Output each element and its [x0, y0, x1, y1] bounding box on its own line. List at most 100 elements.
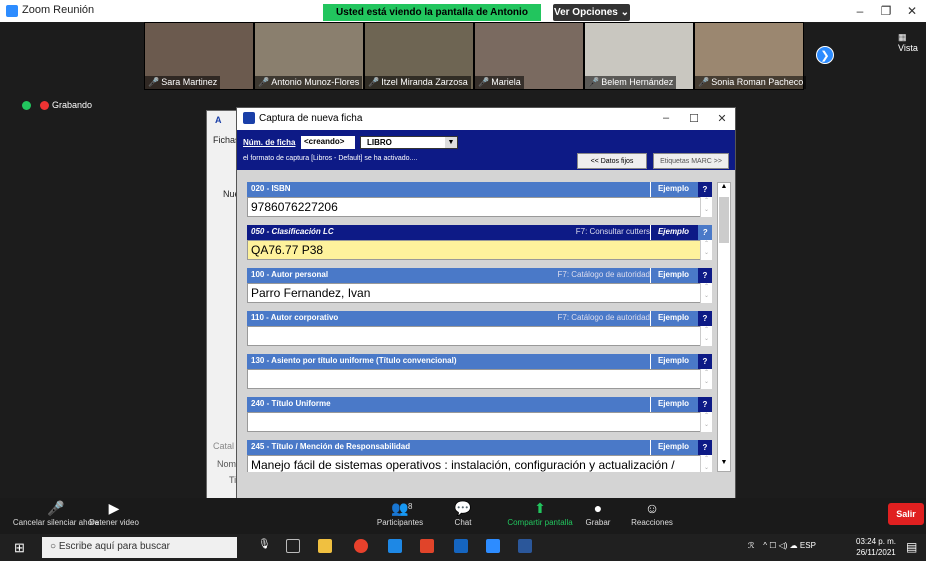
dialog-minimize-icon[interactable]: –: [657, 112, 675, 126]
field-scroll-icon[interactable]: ⌃ ⌄: [700, 412, 712, 432]
muted-mic-icon: 🎤: [698, 77, 710, 87]
field-label: 130 - Asiento por título uniforme (Títul…: [251, 356, 457, 365]
participant-tile[interactable]: 🎤 Sara Martinez: [144, 22, 254, 90]
field-input[interactable]: QA76.77 P38: [247, 240, 712, 260]
app-red-icon[interactable]: [420, 539, 434, 553]
task-view-icon[interactable]: [286, 539, 300, 553]
field-label: 100 - Autor personal: [251, 270, 329, 279]
example-button[interactable]: Ejemplo: [650, 225, 696, 240]
view-toggle[interactable]: ▦ Vista: [898, 32, 926, 53]
reactions-button[interactable]: ☺ Reacciones: [622, 500, 682, 527]
recording-label: Grabando: [52, 100, 93, 110]
system-tray[interactable]: ℛ ^ ☐ ◁) ☁ ESP: [748, 541, 816, 550]
dialog-maximize-icon[interactable]: ☐: [685, 112, 703, 126]
chrome-icon[interactable]: [354, 539, 368, 553]
ficha-number-field[interactable]: <creando>: [301, 136, 355, 149]
participant-tile[interactable]: 🎤 Belem Hernández: [584, 22, 694, 90]
notifications-icon[interactable]: ▤: [906, 540, 917, 554]
marc-labels-button[interactable]: Etiquetas MARC >>: [653, 153, 729, 169]
field-input[interactable]: [247, 412, 712, 432]
example-button[interactable]: Ejemplo: [650, 354, 696, 369]
field-input[interactable]: [247, 326, 712, 346]
participant-name-text: Antonio Munoz-Flores: [271, 77, 360, 87]
field-label: 020 - ISBN: [251, 184, 291, 193]
example-button[interactable]: Ejemplo: [650, 182, 696, 197]
control-label: Participantes: [376, 518, 424, 527]
help-button[interactable]: ?: [698, 354, 712, 369]
help-button[interactable]: ?: [698, 182, 712, 197]
chat-button[interactable]: 💬 Chat: [448, 500, 478, 527]
help-button[interactable]: ?: [698, 225, 712, 240]
scroll-down-icon[interactable]: ▼: [718, 459, 730, 471]
participant-name: 🎤 Sara Martinez: [145, 76, 221, 89]
example-button[interactable]: Ejemplo: [650, 397, 696, 412]
field-hint: F7: Catálogo de autoridad: [557, 270, 650, 279]
app-icon: [243, 112, 255, 124]
zoom-app-icon[interactable]: [486, 539, 500, 553]
field-scroll-icon[interactable]: ⌃ ⌄: [700, 197, 712, 217]
windows-start-icon[interactable]: ⊞: [14, 540, 25, 556]
participant-tile[interactable]: 🎤 Sonia Roman Pacheco: [694, 22, 807, 90]
dialog-toolbar: Núm. de ficha <creando> LIBRO ▼ el format…: [237, 130, 735, 170]
stop-video-button[interactable]: ▶ Detener video: [82, 500, 146, 527]
field-label: 110 - Autor corporativo: [251, 313, 339, 322]
field-scroll-icon[interactable]: ⌃ ⌄: [700, 283, 712, 303]
field-input[interactable]: Manejo fácil de sistemas operativos : in…: [247, 455, 712, 472]
fixed-data-button[interactable]: << Datos fijos: [577, 153, 647, 169]
next-page-icon[interactable]: ❯: [816, 46, 834, 64]
participant-tile[interactable]: 🎤 Antonio Munoz-Flores: [254, 22, 364, 90]
field-input[interactable]: [247, 369, 712, 389]
close-icon[interactable]: ✕: [902, 3, 922, 19]
marc-field: 100 - Autor personal F7: Catálogo de auto…: [247, 268, 712, 311]
ficha-type-select[interactable]: LIBRO ▼: [360, 136, 458, 149]
participant-tile[interactable]: 🎤 Itzel Miranda Zarzosa: [364, 22, 474, 90]
microphone-icon[interactable]: 🎙: [258, 539, 272, 553]
marc-field: 110 - Autor corporativo F7: Catálogo de a…: [247, 311, 712, 354]
leave-button[interactable]: Salir: [888, 503, 924, 525]
field-scroll-icon[interactable]: ⌃ ⌄: [700, 369, 712, 389]
ie-icon[interactable]: [454, 539, 468, 553]
dialog-close-icon[interactable]: ✕: [713, 112, 731, 126]
field-input[interactable]: Parro Fernandez, Ivan: [247, 283, 712, 303]
minimize-icon[interactable]: –: [850, 3, 870, 19]
record-button[interactable]: ● Grabar: [578, 500, 618, 527]
form-scrollbar[interactable]: ▲ ▼: [717, 182, 731, 472]
participant-name: 🎤 Mariela: [475, 76, 524, 89]
edge-icon[interactable]: [388, 539, 402, 553]
ficha-number-label: Núm. de ficha: [243, 138, 296, 147]
clock-date: 26/11/2021: [856, 548, 896, 557]
share-screen-button[interactable]: ⬆ Compartir pantalla: [500, 500, 580, 527]
restore-icon[interactable]: ❐: [876, 3, 896, 19]
field-scroll-icon[interactable]: ⌃ ⌄: [700, 455, 712, 472]
help-button[interactable]: ?: [698, 397, 712, 412]
field-header: 245 - Título / Mención de Responsabilida…: [247, 440, 712, 455]
file-explorer-icon[interactable]: [318, 539, 332, 553]
scroll-thumb[interactable]: [719, 197, 729, 243]
participants-button[interactable]: 👥 Participantes 8: [370, 500, 430, 527]
share-banner: Usted está viendo la pantalla de Antonio…: [323, 4, 541, 35]
field-hint: F7: Consultar cutters: [575, 227, 650, 236]
field-scroll-icon[interactable]: ⌃ ⌄: [700, 240, 712, 260]
field-header: 020 - ISBN Ejemplo?: [247, 182, 712, 197]
control-label: Chat: [454, 518, 472, 527]
view-options-button[interactable]: Ver Opciones ⌄: [553, 4, 630, 21]
reactions-icon: ☺: [644, 500, 660, 516]
participant-tile[interactable]: 🎤 Mariela: [474, 22, 584, 90]
muted-mic-icon: 🎤: [368, 77, 380, 87]
word-icon[interactable]: [518, 539, 532, 553]
clock[interactable]: 03:24 p. m. 26/11/2021: [856, 536, 896, 558]
bg-app-title: A: [215, 115, 222, 125]
example-button[interactable]: Ejemplo: [650, 268, 696, 283]
help-button[interactable]: ?: [698, 311, 712, 326]
field-scroll-icon[interactable]: ⌃ ⌄: [700, 326, 712, 346]
window-title: Zoom Reunión: [22, 4, 95, 16]
recording-indicator[interactable]: Grabando: [22, 100, 93, 111]
help-button[interactable]: ?: [698, 268, 712, 283]
example-button[interactable]: Ejemplo: [650, 440, 696, 455]
example-button[interactable]: Ejemplo: [650, 311, 696, 326]
help-button[interactable]: ?: [698, 440, 712, 455]
taskbar-search[interactable]: ○ Escribe aquí para buscar: [42, 537, 237, 558]
scroll-up-icon[interactable]: ▲: [718, 183, 730, 195]
field-input[interactable]: 9786076227206: [247, 197, 712, 217]
participant-name-text: Mariela: [491, 77, 521, 87]
